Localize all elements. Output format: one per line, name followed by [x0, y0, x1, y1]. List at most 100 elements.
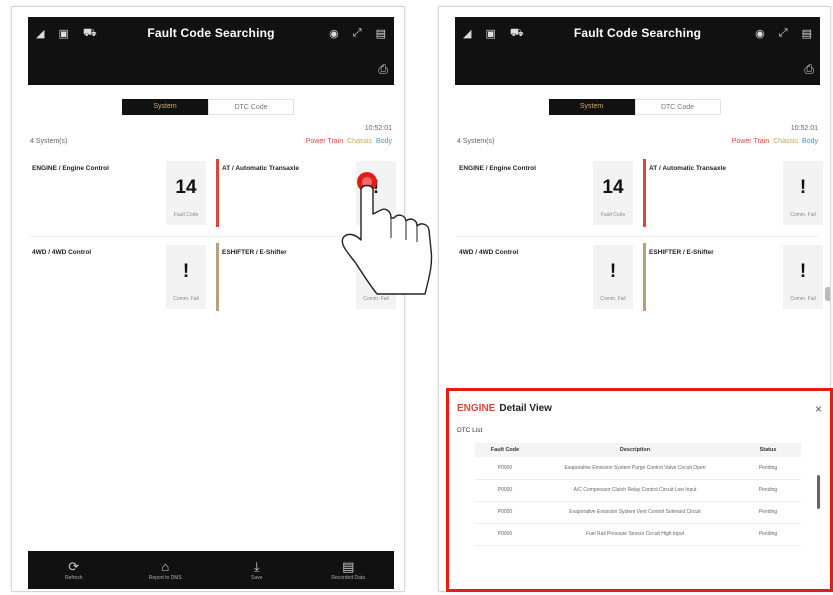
column-header: Fault Code	[475, 443, 535, 457]
status-bar	[643, 243, 646, 311]
system-card-4wd[interactable]: 4WD / 4WD Control ! Comm. Fail	[30, 241, 219, 317]
column-header: Status	[735, 443, 801, 457]
nav-report-to-dms[interactable]: ⌂ Report to DMS	[130, 559, 200, 581]
warning-icon: !	[799, 261, 807, 282]
detail-system-label: ENGINE	[457, 403, 496, 414]
fault-code-cell: P0000	[475, 457, 535, 480]
nav-save[interactable]: ⤓ Save	[222, 559, 292, 581]
warning-icon: !	[799, 177, 807, 198]
print-icon[interactable]: ⎙	[804, 62, 814, 77]
system-name: ESHIFTER / E-Shifter	[649, 249, 714, 256]
detail-view-panel: ENGINE Detail View × DTC List Fault Code …	[446, 388, 833, 592]
filter-body[interactable]: Body	[802, 138, 818, 145]
status-label: Comm. Fail	[363, 212, 389, 218]
app-header: ◢ ▣ ⛟ Fault Code Searching ◉ ⤢ ▤ ⎙	[28, 17, 394, 85]
status-bar	[216, 159, 219, 227]
description-cell: A/C Compressor Clutch Relay Control Circ…	[535, 479, 735, 502]
dtc-list-label: DTC List	[457, 427, 483, 434]
nav-refresh[interactable]: ⟳ Refresh	[39, 559, 109, 581]
system-name: AT / Automatic Transaxle	[649, 165, 726, 172]
warning-icon: !	[372, 177, 380, 198]
fault-count: 14	[602, 177, 624, 198]
status-label: Comm. Fail	[363, 296, 389, 302]
dtc-table: Fault Code Description Status P0000 Evap…	[475, 443, 801, 546]
status-bar	[216, 243, 219, 311]
status-bar	[643, 159, 646, 227]
system-card-eshifter[interactable]: ESHIFTER / E-Shifter ! Comm. Fail	[220, 241, 404, 317]
system-count: 4 System(s)	[457, 138, 495, 145]
timestamp: 10:52:01	[364, 125, 392, 132]
building-icon: ⌂	[161, 559, 170, 574]
filter-body[interactable]: Body	[376, 138, 392, 145]
tab-system[interactable]: System	[122, 99, 208, 115]
tab-dtc-code[interactable]: DTC Code	[208, 99, 294, 115]
status-label: Comm. Fail	[600, 296, 626, 302]
table-row[interactable]: P0000 Evaporative Emission System Vent C…	[475, 501, 801, 524]
divider	[457, 236, 818, 237]
tab-bar: System DTC Code	[12, 99, 404, 115]
warning-icon: !	[609, 261, 617, 282]
filter-chassis[interactable]: Chassis	[347, 138, 372, 145]
column-header: Description	[535, 443, 735, 457]
warning-icon: !	[182, 261, 190, 282]
fault-code-cell: P0000	[475, 501, 535, 524]
system-card-engine[interactable]: ENGINE / Engine Control 14 Fault Code	[457, 157, 646, 233]
divider	[30, 236, 392, 237]
description-cell: Fuel Rail Pressure Sensor Circuit High I…	[535, 523, 735, 546]
status-label: Comm. Fail	[790, 296, 816, 302]
refresh-icon: ⟳	[68, 559, 80, 574]
nav-recorded-data[interactable]: ▤ Recorded Data	[313, 559, 383, 581]
menu-icon[interactable]: ▤	[376, 27, 386, 40]
filter-power-train[interactable]: Power Train	[306, 138, 343, 145]
system-name: ENGINE / Engine Control	[459, 165, 536, 172]
tab-bar: System DTC Code	[439, 99, 830, 115]
wifi-icon: ◉	[329, 28, 339, 40]
table-header-row: Fault Code Description Status	[475, 443, 801, 457]
filter-chassis[interactable]: Chassis	[773, 138, 798, 145]
panel-handle[interactable]	[825, 287, 830, 301]
status-label: Fault Code	[600, 212, 626, 218]
system-card-engine[interactable]: ENGINE / Engine Control 14 Fault Code	[30, 157, 219, 233]
download-icon: ⤓	[253, 559, 260, 574]
system-name: 4WD / 4WD Control	[32, 249, 92, 256]
system-card-at[interactable]: AT / Automatic Transaxle ! Comm. Fail	[220, 157, 404, 233]
description-cell: Evaporative Emission System Vent Control…	[535, 501, 735, 524]
system-name: 4WD / 4WD Control	[459, 249, 519, 256]
status-label: Fault Code	[173, 212, 199, 218]
status-cell: Pending	[735, 501, 801, 524]
status-cell: Pending	[735, 479, 801, 502]
system-card-eshifter[interactable]: ESHIFTER / E-Shifter ! Comm. Fail	[647, 241, 830, 317]
tab-dtc-code[interactable]: DTC Code	[634, 99, 721, 115]
system-card-4wd[interactable]: 4WD / 4WD Control ! Comm. Fail	[457, 241, 646, 317]
close-icon[interactable]: ×	[815, 402, 822, 416]
system-name: ESHIFTER / E-Shifter	[222, 249, 287, 256]
description-cell: Evaporative Emission System Purge Contro…	[535, 457, 735, 480]
menu-icon[interactable]: ▤	[802, 27, 812, 40]
status-label: Comm. Fail	[790, 212, 816, 218]
fault-count: 14	[175, 177, 197, 198]
detail-title: ENGINE Detail View	[457, 403, 552, 414]
system-name: ENGINE / Engine Control	[32, 165, 109, 172]
tab-system[interactable]: System	[548, 99, 635, 115]
app-header: ◢ ▣ ⛟ Fault Code Searching ◉ ⤢ ▤ ⎙	[455, 17, 820, 85]
status-cell: Pending	[735, 523, 801, 546]
fault-code-cell: P0000	[475, 523, 535, 546]
scrollbar[interactable]	[817, 475, 820, 509]
expand-icon[interactable]: ⤢	[779, 27, 788, 40]
timestamp: 10:52:01	[790, 125, 818, 132]
document-icon: ▤	[342, 559, 355, 574]
table-row[interactable]: P0000 A/C Compressor Clutch Relay Contro…	[475, 479, 801, 502]
left-device-screen: ◢ ▣ ⛟ Fault Code Searching ◉ ⤢ ▤ ⎙ Syste…	[11, 6, 405, 592]
system-name: AT / Automatic Transaxle	[222, 165, 299, 172]
status-cell: Pending	[735, 457, 801, 480]
filter-power-train[interactable]: Power Train	[732, 138, 769, 145]
expand-icon[interactable]: ⤢	[353, 27, 362, 40]
print-icon[interactable]: ⎙	[378, 62, 388, 77]
wifi-icon: ◉	[755, 28, 765, 40]
system-card-at[interactable]: AT / Automatic Transaxle ! Comm. Fail	[647, 157, 830, 233]
table-row[interactable]: P0000 Fuel Rail Pressure Sensor Circuit …	[475, 523, 801, 546]
fault-code-cell: P0000	[475, 479, 535, 502]
status-label: Comm. Fail	[173, 296, 199, 302]
bottom-nav: ⟳ Refresh ⌂ Report to DMS ⤓ Save ▤ Recor…	[28, 551, 394, 589]
table-row[interactable]: P0000 Evaporative Emission System Purge …	[475, 457, 801, 480]
